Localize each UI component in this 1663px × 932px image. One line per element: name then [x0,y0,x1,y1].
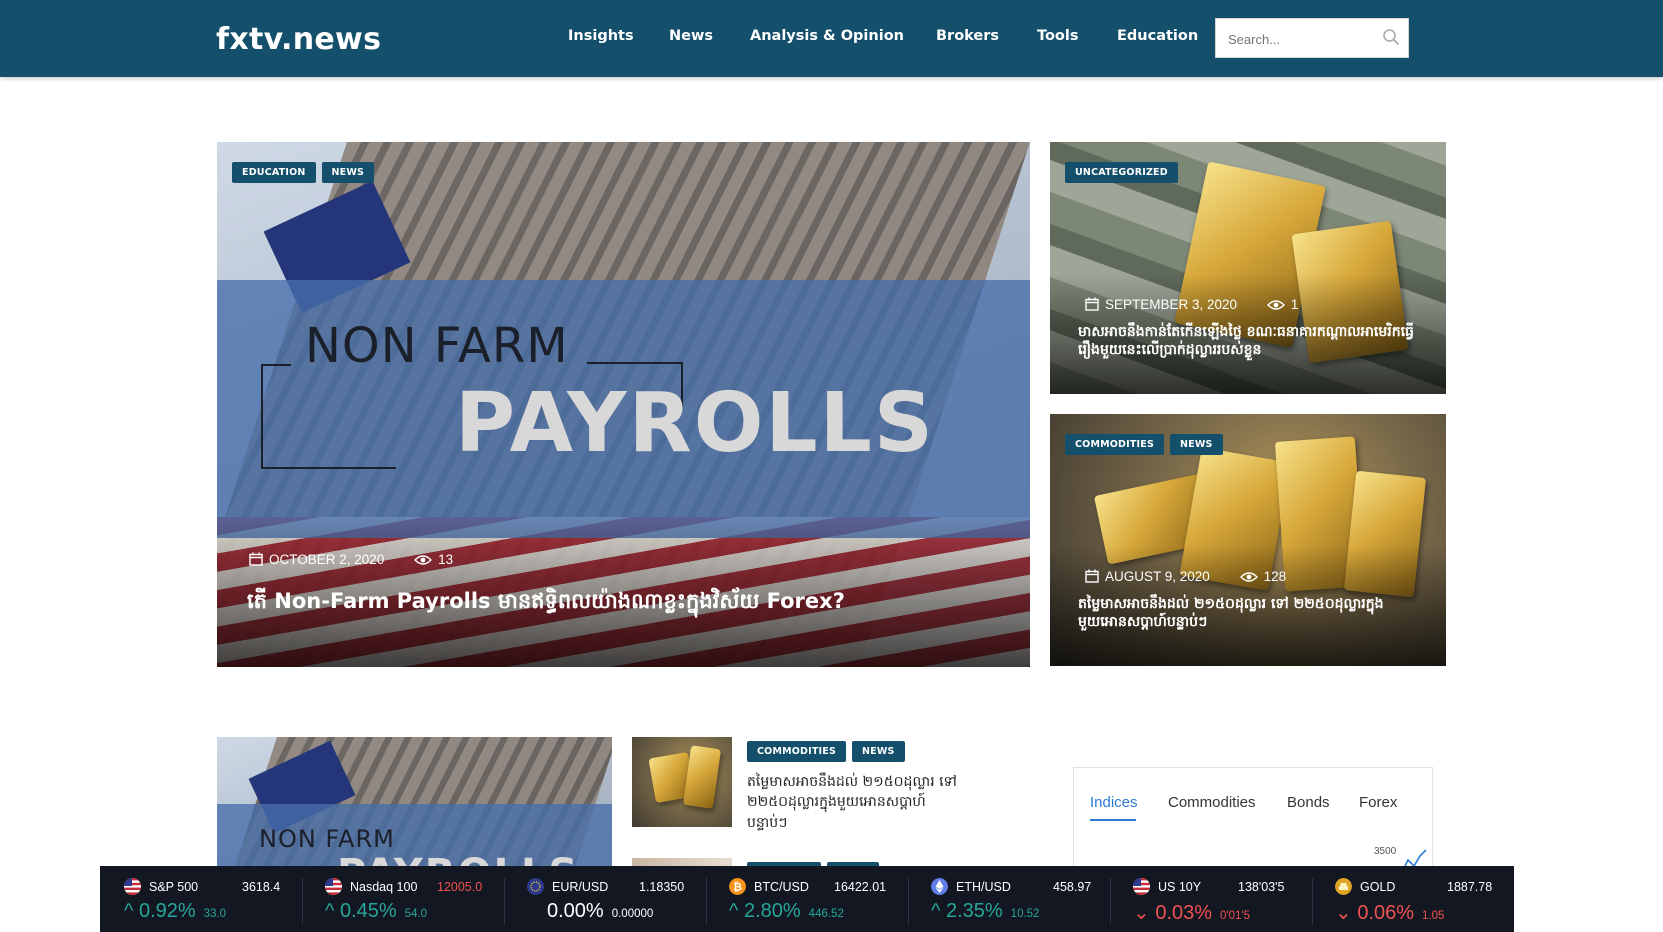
ticker-item[interactable]: Nasdaq 100 12005.0 ^ 0.45% 54.0 [325,866,497,932]
ticker-item[interactable]: ₿ BTC/USD 16422.01 ^ 2.80% 446.52 [729,866,901,932]
calendar-icon [1085,297,1099,314]
search-input[interactable] [1226,27,1380,51]
article-tags: UNCATEGORIZED [1065,162,1184,183]
us-flag-icon [325,878,342,895]
nav-analysis-opinion[interactable]: Analysis & Opinion [750,28,904,44]
nav-news[interactable]: News [669,28,713,44]
ticker-item[interactable]: EUR/USD 1.18350 0.00% 0.00000 [527,866,699,932]
ticker-price: 12005.0 [437,880,483,894]
eye-icon [414,554,433,569]
ticker-price: 3618.4 [242,880,281,894]
tag-uncategorized[interactable]: UNCATEGORIZED [1065,162,1178,183]
ticker-item[interactable]: GOLD 1887.78 ⌄ 0.06% 1.05 [1335,866,1507,932]
ticker-symbol: Nasdaq 100 [350,880,418,894]
tag-news[interactable]: NEWS [321,162,375,183]
tab-bonds[interactable]: Bonds [1287,794,1330,811]
article-meta: OCTOBER 2, 2020 13 [249,552,453,569]
article-thumbnail-small[interactable] [632,737,732,827]
eye-icon [1266,299,1285,314]
ethereum-icon [931,878,948,895]
nav-education[interactable]: Education [1117,28,1198,44]
image-text-payrolls: PAYROLLS [455,376,935,471]
ticker-symbol: EUR/USD [552,880,609,894]
article-views: 128 [1263,569,1287,584]
ticker-price: 1.18350 [639,880,685,894]
ticker-change: ⌄ 0.03% 0'01'5 [1133,902,1251,924]
article-meta: SEPTEMBER 3, 2020 1 [1085,297,1298,314]
article-views: 1 [1290,297,1299,312]
ticker-symbol: US 10Y [1158,880,1202,894]
ticker-change: 0.00% 0.00000 [547,900,654,922]
featured-article-card[interactable]: NON FARM PAYROLLS EDUCATION NEWS OCTOBER … [217,142,1030,667]
side-article-card-1[interactable]: UNCATEGORIZED SEPTEMBER 3, 2020 1 មាសអាច… [1050,142,1446,394]
ticker-symbol: GOLD [1360,880,1396,894]
us-flag-icon [1133,878,1150,895]
article-tags: COMMODITIES NEWS [1065,434,1229,455]
tab-indices[interactable]: Indices [1090,794,1138,811]
us-flag-icon [124,878,141,895]
article-date: SEPTEMBER 3, 2020 [1105,297,1238,312]
list-article-title[interactable]: តម្លៃមាសអាចនឹងដល់ ២១៥០ដុល្លារ ទៅ ២២៥០ដុល… [747,772,962,833]
tab-commodities[interactable]: Commodities [1168,794,1256,811]
tag-commodities[interactable]: COMMODITIES [1065,434,1164,455]
calendar-icon [1085,569,1099,586]
gold-icon [1335,878,1352,895]
nav-tools[interactable]: Tools [1037,28,1079,44]
ticker-price: 138'03'5 [1238,880,1285,894]
article-tags: EDUCATION NEWS [232,162,380,183]
ticker-symbol: S&P 500 [149,880,199,894]
ticker-item[interactable]: ETH/USD 458.97 ^ 2.35% 10.52 [931,866,1103,932]
tag-news[interactable]: NEWS [852,741,905,762]
side-article-card-2[interactable]: COMMODITIES NEWS AUGUST 9, 2020 128 តម្លៃ… [1050,414,1446,666]
ticker-symbol: ETH/USD [956,880,1011,894]
list-article-tags: COMMODITIES NEWS [747,741,911,762]
tag-commodities[interactable]: COMMODITIES [747,741,846,762]
site-logo[interactable]: fxtv.news [216,22,381,57]
tab-forex[interactable]: Forex [1359,794,1397,811]
search-icon[interactable] [1382,28,1400,51]
site-header: fxtv.news Insights News Analysis & Opini… [0,0,1663,77]
ticker-tape: S&P 500 3618.4 ^ 0.92% 33.0 Nasdaq 100 12… [100,866,1514,932]
article-date: AUGUST 9, 2020 [1105,569,1210,584]
bitcoin-icon: ₿ [729,878,746,895]
tag-news[interactable]: NEWS [1170,434,1223,455]
ticker-change: ^ 0.45% 54.0 [325,900,428,922]
ticker-symbol: BTC/USD [754,880,809,894]
article-title[interactable]: មាសអាចនឹងកាន់តែកើនឡើងថ្លៃ ខណៈធនាគារកណ្ដា… [1078,324,1428,359]
article-title[interactable]: តម្លៃមាសអាចនឹងដល់ ២១៥០ដុល្លារ ទៅ ២២៥០ដុល… [1078,596,1428,631]
ticker-item[interactable]: US 10Y 138'03'5 ⌄ 0.03% 0'01'5 [1133,866,1305,932]
article-views: 13 [438,552,454,567]
nav-brokers[interactable]: Brokers [936,28,999,44]
ticker-price: 1887.78 [1447,880,1493,894]
image-text-nonfarm: NON FARM [259,825,395,853]
ticker-price: 16422.01 [834,880,887,894]
ticker-change: ⌄ 0.06% 1.05 [1335,902,1445,924]
ticker-price: 458.97 [1053,880,1092,894]
tag-education[interactable]: EDUCATION [232,162,316,183]
ticker-change: ^ 2.80% 446.52 [729,900,844,922]
ticker-change: ^ 0.92% 33.0 [124,900,227,922]
article-title[interactable]: តើ Non-Farm Payrolls មានឥទ្ធិពលយ៉ាងណាខ្ល… [247,588,1007,614]
eye-icon [1239,571,1258,586]
svg-text:₿: ₿ [733,881,742,894]
eu-flag-icon [527,878,544,895]
image-text-nonfarm: NON FARM [305,318,569,374]
search-box [1215,18,1409,58]
ticker-change: ^ 2.35% 10.52 [931,900,1040,922]
nav-insights[interactable]: Insights [568,28,634,44]
ticker-item[interactable]: S&P 500 3618.4 ^ 0.92% 33.0 [124,866,296,932]
active-tab-indicator [1090,819,1136,821]
calendar-icon [249,552,263,569]
article-date: OCTOBER 2, 2020 [269,552,385,567]
article-meta: AUGUST 9, 2020 128 [1085,569,1286,586]
